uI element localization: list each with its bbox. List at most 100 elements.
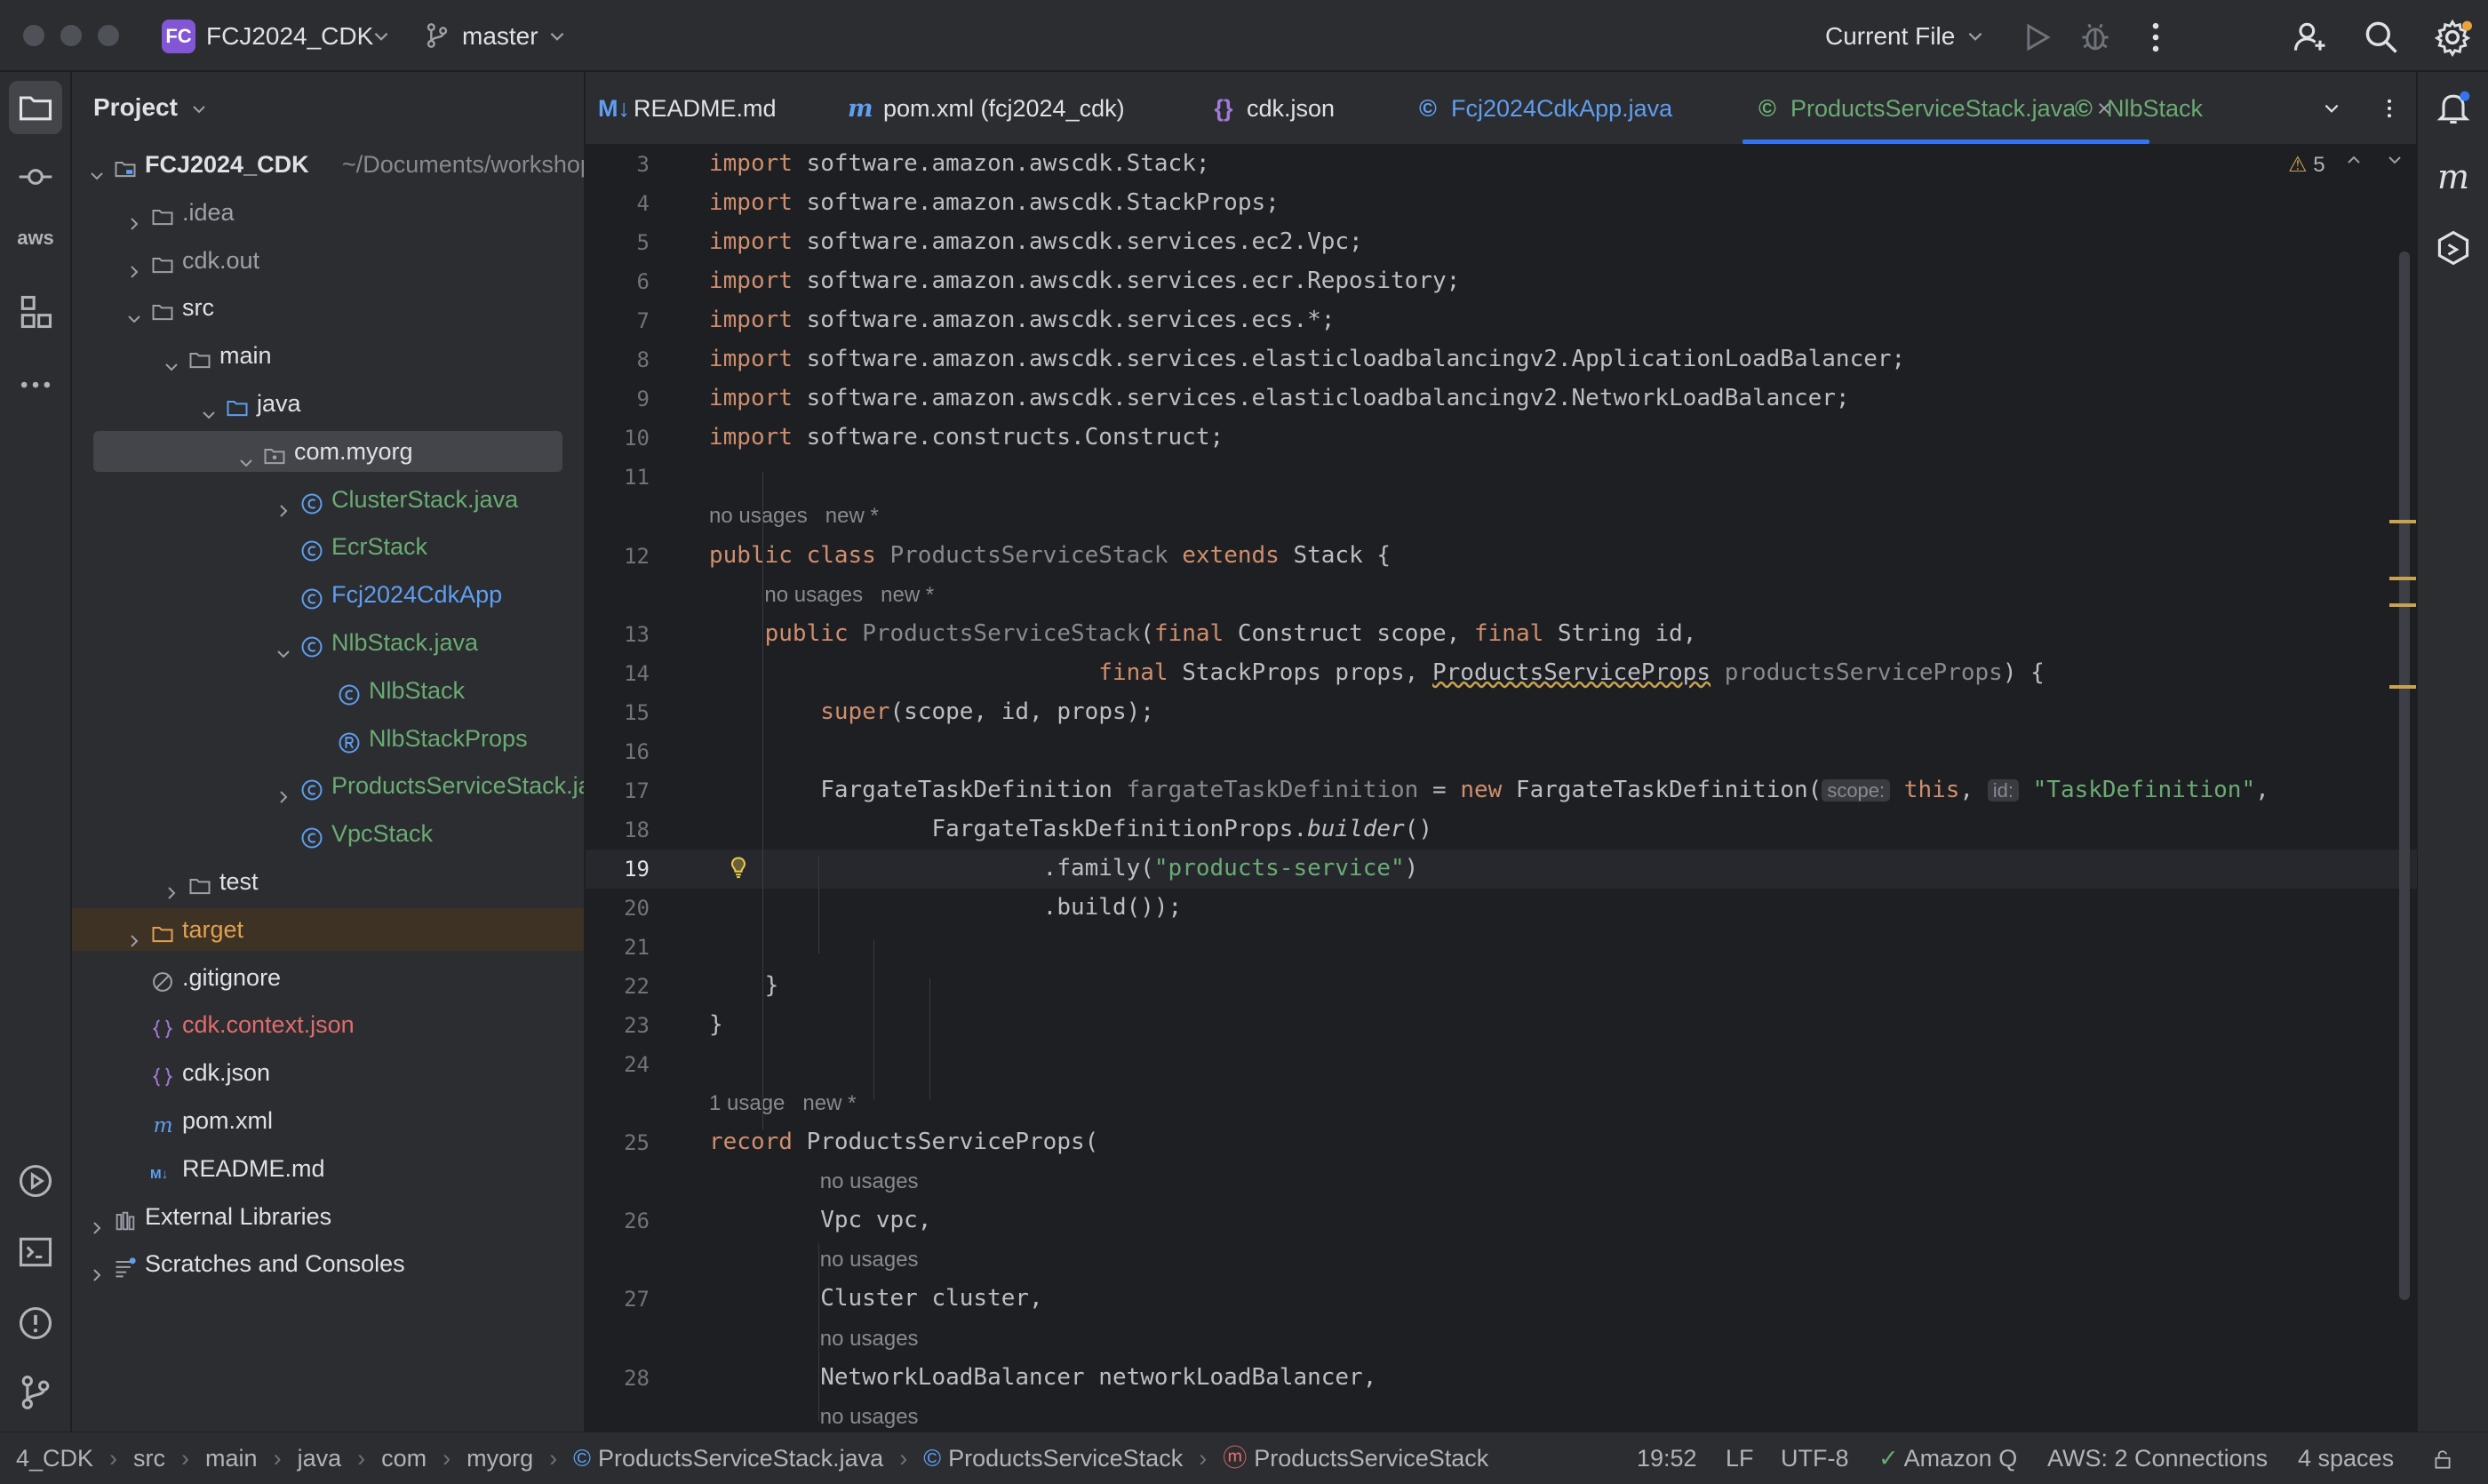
tree-item[interactable]: FCJ2024_CDK ~/Documents/workshop [72, 143, 584, 186]
chevron-down-icon[interactable] [200, 395, 218, 419]
code-line[interactable]: final StackProps props, ProductsServiceP… [709, 659, 2044, 686]
code-line[interactable]: super(scope, id, props); [709, 698, 1154, 725]
tree-item[interactable]: NlbStackProps [72, 717, 584, 760]
breadcrumb-item[interactable]: © ProductsServiceStack.java [573, 1445, 883, 1472]
window-close-button[interactable] [23, 25, 44, 46]
tab-fcj2024cdkapp-java[interactable]: © Fcj2024CdkApp.java [1415, 72, 1672, 145]
code-line[interactable]: import software.amazon.awscdk.services.e… [709, 228, 1363, 255]
next-highlight-icon[interactable] [2386, 150, 2404, 175]
code-line[interactable]: FargateTaskDefinition fargateTaskDefinit… [709, 777, 2269, 803]
breadcrumb-item[interactable]: main [205, 1445, 258, 1472]
notifications-bell-icon[interactable] [2434, 88, 2473, 127]
tree-item[interactable]: ProductsServiceStack.java [72, 764, 584, 807]
tree-item[interactable]: m pom.xml [72, 1099, 584, 1142]
tree-item[interactable]: target [72, 908, 584, 951]
chevron-down-icon[interactable] [163, 347, 180, 371]
tree-item[interactable]: cdk.json [72, 1051, 584, 1094]
code-vision-hint[interactable]: no usages [820, 1169, 919, 1194]
project-panel-title[interactable]: Project [93, 93, 208, 122]
breadcrumb-item[interactable]: ⓜ ProductsServiceStack [1223, 1445, 1488, 1472]
tab-readme-md[interactable]: M↓ README.md [598, 72, 777, 145]
warning-marker[interactable] [2389, 577, 2416, 580]
code-line[interactable]: public ProductsServiceStack(final Constr… [709, 620, 1697, 647]
code-line[interactable]: import software.amazon.awscdk.StackProps… [709, 189, 1280, 216]
tree-item[interactable]: M↓ README.md [72, 1147, 584, 1190]
tree-item[interactable]: cdk.context.json [72, 1003, 584, 1046]
git-icon[interactable] [16, 1373, 55, 1412]
aws-toolkit-icon[interactable]: aws [16, 223, 55, 262]
code-line[interactable]: .family("products-service") [709, 855, 1419, 882]
chevron-down-icon[interactable] [275, 634, 292, 658]
tab-productsservicestack-java[interactable]: © ProductsServiceStack.java × [1755, 72, 2111, 145]
code-line[interactable]: } [709, 972, 779, 999]
code-line[interactable]: import software.amazon.awscdk.services.e… [709, 267, 1460, 294]
code-line[interactable]: public class ProductsServiceStack extend… [709, 542, 1391, 569]
tree-item[interactable]: EcrStack [72, 525, 584, 568]
code-line[interactable]: NetworkLoadBalancer networkLoadBalancer, [709, 1364, 1376, 1391]
settings-gear-icon[interactable] [2433, 18, 2472, 58]
services-icon[interactable] [16, 1161, 55, 1201]
project-folder-icon[interactable] [16, 88, 55, 127]
warning-marker[interactable] [2389, 520, 2416, 523]
terminal-icon[interactable] [16, 1233, 55, 1272]
structure-icon[interactable] [16, 292, 55, 331]
window-minimize-button[interactable] [60, 25, 82, 46]
tree-item[interactable]: test [72, 860, 584, 903]
chevron-down-icon[interactable] [125, 299, 143, 323]
code-editor[interactable]: 3 import software.amazon.awscdk.Stack; 4 im… [586, 145, 2417, 1432]
code-line[interactable]: import software.amazon.awscdk.services.e… [709, 307, 1335, 333]
commit-icon[interactable] [16, 157, 55, 196]
more-options-icon[interactable] [2136, 18, 2175, 57]
intention-bulb-icon[interactable] [726, 855, 751, 886]
tree-item[interactable]: ClusterStack.java [72, 478, 584, 521]
code-line[interactable]: .build()); [709, 894, 1183, 921]
caret-position[interactable]: 19:52 [1637, 1432, 1697, 1484]
code-line[interactable]: import software.amazon.awscdk.Stack; [709, 150, 1210, 177]
chevron-right-icon[interactable] [125, 251, 143, 278]
code-line[interactable]: Vpc vpc, [709, 1207, 931, 1233]
tab-list-chevron-icon[interactable] [2322, 72, 2341, 145]
run-config-selector[interactable]: Current File [1825, 21, 1955, 52]
chevron-right-icon[interactable] [275, 491, 292, 517]
tab-nlbstack[interactable]: © NlbStack [2071, 72, 2203, 145]
aws-connections-status[interactable]: AWS: 2 Connections [2047, 1432, 2268, 1484]
branch-switcher[interactable]: master [462, 21, 538, 52]
tab-more-options-icon[interactable] [2377, 72, 2402, 145]
code-vision-hint[interactable]: 1 usage new * [709, 1091, 856, 1116]
breadcrumb-item[interactable]: src [133, 1445, 165, 1472]
tree-item[interactable]: External Libraries [72, 1195, 584, 1238]
previous-highlight-icon[interactable] [2345, 150, 2363, 175]
tree-item[interactable]: VpcStack [72, 812, 584, 855]
chevron-down-icon[interactable] [88, 156, 106, 180]
warning-marker[interactable] [2389, 603, 2416, 607]
tree-item[interactable]: src [72, 286, 584, 329]
project-badge[interactable]: FC [162, 20, 195, 53]
line-separator[interactable]: LF [1726, 1432, 1754, 1484]
tree-item[interactable]: .gitignore [72, 956, 584, 999]
project-switcher[interactable]: FCJ2024_CDK [206, 21, 373, 52]
editor-scrollbar[interactable] [2399, 251, 2410, 1300]
read-only-toggle-icon[interactable] [2431, 1432, 2454, 1484]
more-tools-icon[interactable] [16, 365, 55, 404]
warning-indicator[interactable]: ⚠ 5 [2288, 152, 2325, 178]
chevron-right-icon[interactable] [125, 203, 143, 230]
chevron-right-icon[interactable] [163, 873, 180, 899]
run-icon[interactable] [2017, 18, 2056, 57]
maven-icon[interactable]: m [2434, 157, 2473, 196]
amazon-q-status[interactable]: ✓ Amazon Q [1878, 1432, 2017, 1484]
breadcrumb-item[interactable]: © ProductsServiceStack [923, 1445, 1183, 1472]
amazon-q-icon[interactable] [2434, 228, 2473, 267]
code-line[interactable]: import software.amazon.awscdk.services.e… [709, 385, 1850, 411]
code-line[interactable]: } [709, 1011, 723, 1038]
breadcrumb-item[interactable]: myorg [466, 1445, 533, 1472]
tab-cdk-json[interactable]: {} cdk.json [1211, 72, 1335, 145]
chevron-down-icon[interactable] [237, 443, 255, 467]
tree-item[interactable]: NlbStack.java [72, 621, 584, 664]
breadcrumb-item[interactable]: 4_CDK [16, 1445, 93, 1472]
debug-icon[interactable] [2076, 18, 2115, 57]
code-vision-hint[interactable]: no usages [820, 1248, 919, 1273]
tree-item[interactable]: Fcj2024CdkApp [72, 573, 584, 616]
window-zoom-button[interactable] [98, 25, 119, 46]
indent-setting[interactable]: 4 spaces [2298, 1432, 2394, 1484]
search-icon[interactable] [2362, 18, 2401, 57]
